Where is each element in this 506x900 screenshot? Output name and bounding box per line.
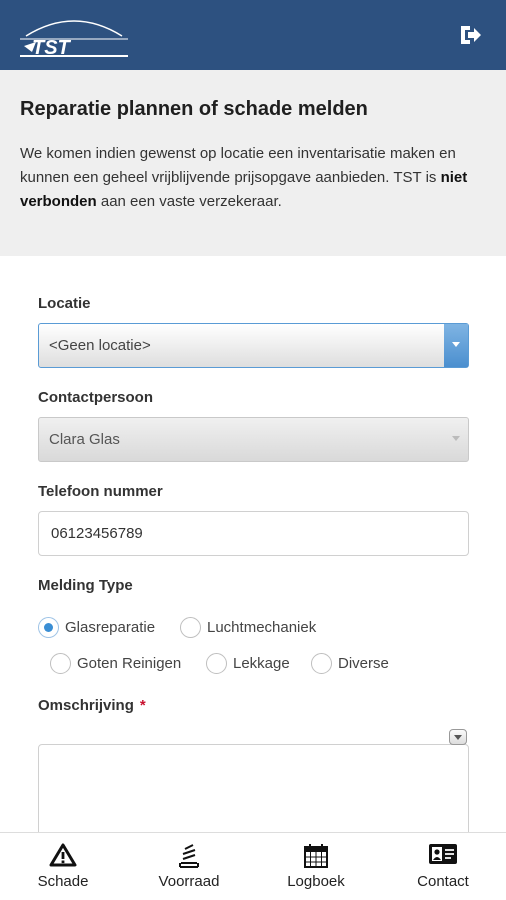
- tab-logboek[interactable]: Logboek: [253, 833, 379, 900]
- radio-goten-reinigen[interactable]: Goten Reinigen: [50, 653, 181, 674]
- radio-dot: [180, 617, 201, 638]
- radio-label: Diverse: [338, 655, 389, 672]
- radio-label: Lekkage: [233, 655, 290, 672]
- radio-dot: [206, 653, 227, 674]
- location-select-value: <Geen locatie>: [49, 337, 151, 354]
- contact-card-icon: [429, 844, 457, 864]
- contact-label: Contactpersoon: [38, 389, 154, 406]
- location-select[interactable]: <Geen locatie>: [38, 323, 469, 368]
- bottom-tab-bar: Schade Voorraad Logboek Contact: [0, 832, 506, 900]
- required-mark: *: [139, 697, 146, 714]
- phone-field[interactable]: 06123456789: [38, 511, 469, 556]
- radio-label: Goten Reinigen: [77, 655, 182, 672]
- app-header: TST: [0, 0, 506, 70]
- tab-label: Voorraad: [158, 873, 220, 890]
- radio-lekkage[interactable]: Lekkage: [206, 653, 290, 674]
- calendar-icon: [304, 844, 328, 868]
- intro-text-part: We komen indien gewenst op locatie een i…: [20, 145, 456, 186]
- radio-dot: [38, 617, 59, 638]
- collapse-toggle-icon[interactable]: [449, 729, 467, 745]
- radio-dot: [50, 653, 71, 674]
- intro-text: We komen indien gewenst op locatie een i…: [20, 142, 490, 214]
- tab-label: Schade: [37, 873, 89, 890]
- chevron-down-icon: [444, 418, 468, 461]
- location-label: Locatie: [38, 295, 91, 312]
- phone-label: Telefoon nummer: [38, 483, 163, 500]
- tab-label: Contact: [417, 873, 469, 890]
- type-label: Melding Type: [38, 577, 133, 594]
- svg-text:TST: TST: [32, 37, 72, 58]
- tab-contact[interactable]: Contact: [380, 833, 506, 900]
- tab-voorraad[interactable]: Voorraad: [126, 833, 252, 900]
- page-title: Reparatie plannen of schade melden: [20, 98, 368, 120]
- intro-text-part-end: aan een vaste verzekeraar.: [96, 193, 282, 210]
- description-label: Omschrijving *: [38, 697, 146, 714]
- radio-label: Luchtmechaniek: [207, 619, 317, 636]
- radio-label: Glasreparatie: [65, 619, 156, 636]
- contact-select-value: Clara Glas: [49, 431, 120, 448]
- radio-luchtmechaniek[interactable]: Luchtmechaniek: [180, 617, 316, 638]
- contact-select[interactable]: Clara Glas: [38, 417, 469, 462]
- tst-logo: TST: [20, 20, 128, 58]
- radio-diverse[interactable]: Diverse: [311, 653, 389, 674]
- warning-icon: [49, 843, 77, 867]
- logout-icon[interactable]: [458, 22, 484, 48]
- chevron-down-icon: [444, 324, 468, 367]
- tab-schade[interactable]: Schade: [0, 833, 126, 900]
- radio-dot: [311, 653, 332, 674]
- radio-glasreparatie[interactable]: Glasreparatie: [38, 617, 155, 638]
- stack-icon: [179, 844, 199, 868]
- intro-section: Reparatie plannen of schade melden We ko…: [0, 70, 506, 256]
- tab-label: Logboek: [287, 873, 345, 890]
- description-label-text: Omschrijving: [38, 697, 134, 714]
